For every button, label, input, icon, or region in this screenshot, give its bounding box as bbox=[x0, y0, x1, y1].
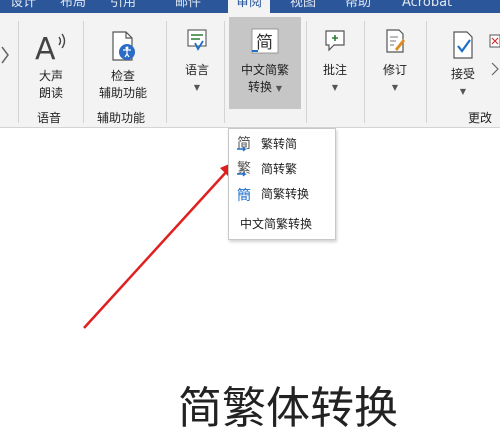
menu-item-traditional-to-simplified[interactable]: 简 繁转简 bbox=[235, 133, 331, 155]
simplified-to-traditional-icon: 繁 bbox=[237, 161, 251, 177]
simplified-traditional-conversion-icon: 簡 bbox=[237, 188, 251, 204]
document-heading: 简繁体转换 bbox=[178, 383, 398, 434]
chinese-conversion-menu: 简 繁转简 繁 简转繁 簡 简繁转换 中文简繁转换 bbox=[228, 128, 336, 240]
menu-item-chinese-conversion[interactable]: 中文简繁转换 bbox=[235, 213, 331, 235]
svg-text:簡: 簡 bbox=[237, 188, 251, 204]
menu-item-simplified-to-traditional[interactable]: 繁 简转繁 bbox=[235, 158, 331, 180]
menu-item-simplified-traditional-conversion[interactable]: 簡 简繁转换 bbox=[235, 183, 331, 205]
traditional-to-simplified-icon: 简 bbox=[237, 135, 251, 152]
